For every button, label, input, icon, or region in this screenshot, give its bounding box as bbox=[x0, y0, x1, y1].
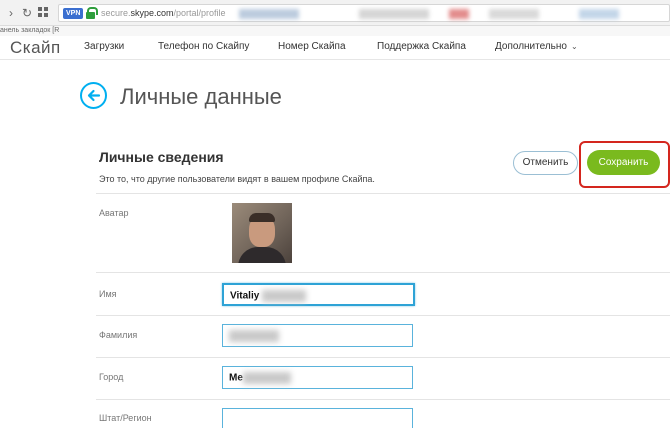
section-title: Личные сведения bbox=[99, 149, 224, 165]
avatar-label: Аватар bbox=[99, 208, 129, 218]
blurred-extension-icon bbox=[489, 9, 539, 19]
row-divider bbox=[96, 272, 670, 273]
bookmarks-bar: анель закладок [R bbox=[0, 26, 670, 36]
lock-icon bbox=[86, 7, 98, 19]
redacted-text bbox=[242, 372, 291, 384]
address-bar[interactable]: VPN secure.skype.com/portal/profile bbox=[58, 4, 670, 22]
redacted-text bbox=[229, 330, 279, 342]
city-field[interactable]: Ме bbox=[222, 366, 413, 389]
row-divider bbox=[96, 399, 670, 400]
reload-icon[interactable]: ↻ bbox=[20, 6, 34, 20]
first-name-label: Имя bbox=[99, 289, 117, 299]
url-text: secure.skype.com/portal/profile bbox=[101, 8, 226, 18]
last-name-label: Фамилия bbox=[99, 330, 138, 340]
nav-link-support[interactable]: Поддержка Скайпа bbox=[377, 41, 466, 52]
chevron-down-icon: ⌄ bbox=[570, 42, 578, 51]
browser-toolbar: › ↻ VPN secure.skype.com/portal/profile bbox=[0, 0, 670, 26]
section-subtitle: Это то, что другие пользователи видят в … bbox=[99, 174, 375, 184]
page-title: Личные данные bbox=[120, 84, 282, 109]
nav-link-downloads[interactable]: Загрузки bbox=[84, 41, 124, 52]
nav-link-more[interactable]: Дополнительно ⌄ bbox=[495, 41, 578, 52]
blurred-extension-icon bbox=[579, 9, 619, 19]
city-value: Ме bbox=[229, 372, 243, 384]
skype-logo[interactable]: Скайп bbox=[10, 38, 61, 58]
forward-icon[interactable]: › bbox=[4, 6, 18, 20]
row-divider bbox=[96, 315, 670, 316]
city-label: Город bbox=[99, 372, 124, 382]
blurred-extension-icon bbox=[449, 9, 469, 19]
state-field[interactable] bbox=[222, 408, 413, 428]
redacted-text bbox=[262, 290, 307, 302]
vpn-badge[interactable]: VPN bbox=[63, 8, 84, 19]
blurred-extension-icon bbox=[359, 9, 429, 19]
last-name-field[interactable] bbox=[222, 324, 413, 347]
bookmarks-label[interactable]: анель закладок [R bbox=[0, 26, 59, 36]
state-label: Штат/Регион bbox=[99, 413, 152, 423]
apps-grid-icon[interactable] bbox=[36, 6, 50, 20]
blurred-extension-icon bbox=[239, 9, 299, 19]
nav-link-skype-number[interactable]: Номер Скайпа bbox=[278, 41, 346, 52]
row-divider bbox=[96, 357, 670, 358]
cancel-button[interactable]: Отменить bbox=[513, 151, 578, 175]
first-name-field[interactable]: Vitaliy bbox=[222, 283, 415, 306]
back-button[interactable] bbox=[80, 82, 107, 109]
arrow-left-icon bbox=[87, 89, 101, 102]
save-button[interactable]: Сохранить bbox=[587, 150, 660, 175]
first-name-value: Vitaliy bbox=[230, 290, 260, 302]
avatar[interactable] bbox=[232, 203, 292, 263]
site-navigation: Скайп Загрузки Телефон по Скайпу Номер С… bbox=[0, 36, 670, 60]
row-divider bbox=[96, 193, 670, 194]
nav-link-skype-phone[interactable]: Телефон по Скайпу bbox=[158, 41, 249, 52]
